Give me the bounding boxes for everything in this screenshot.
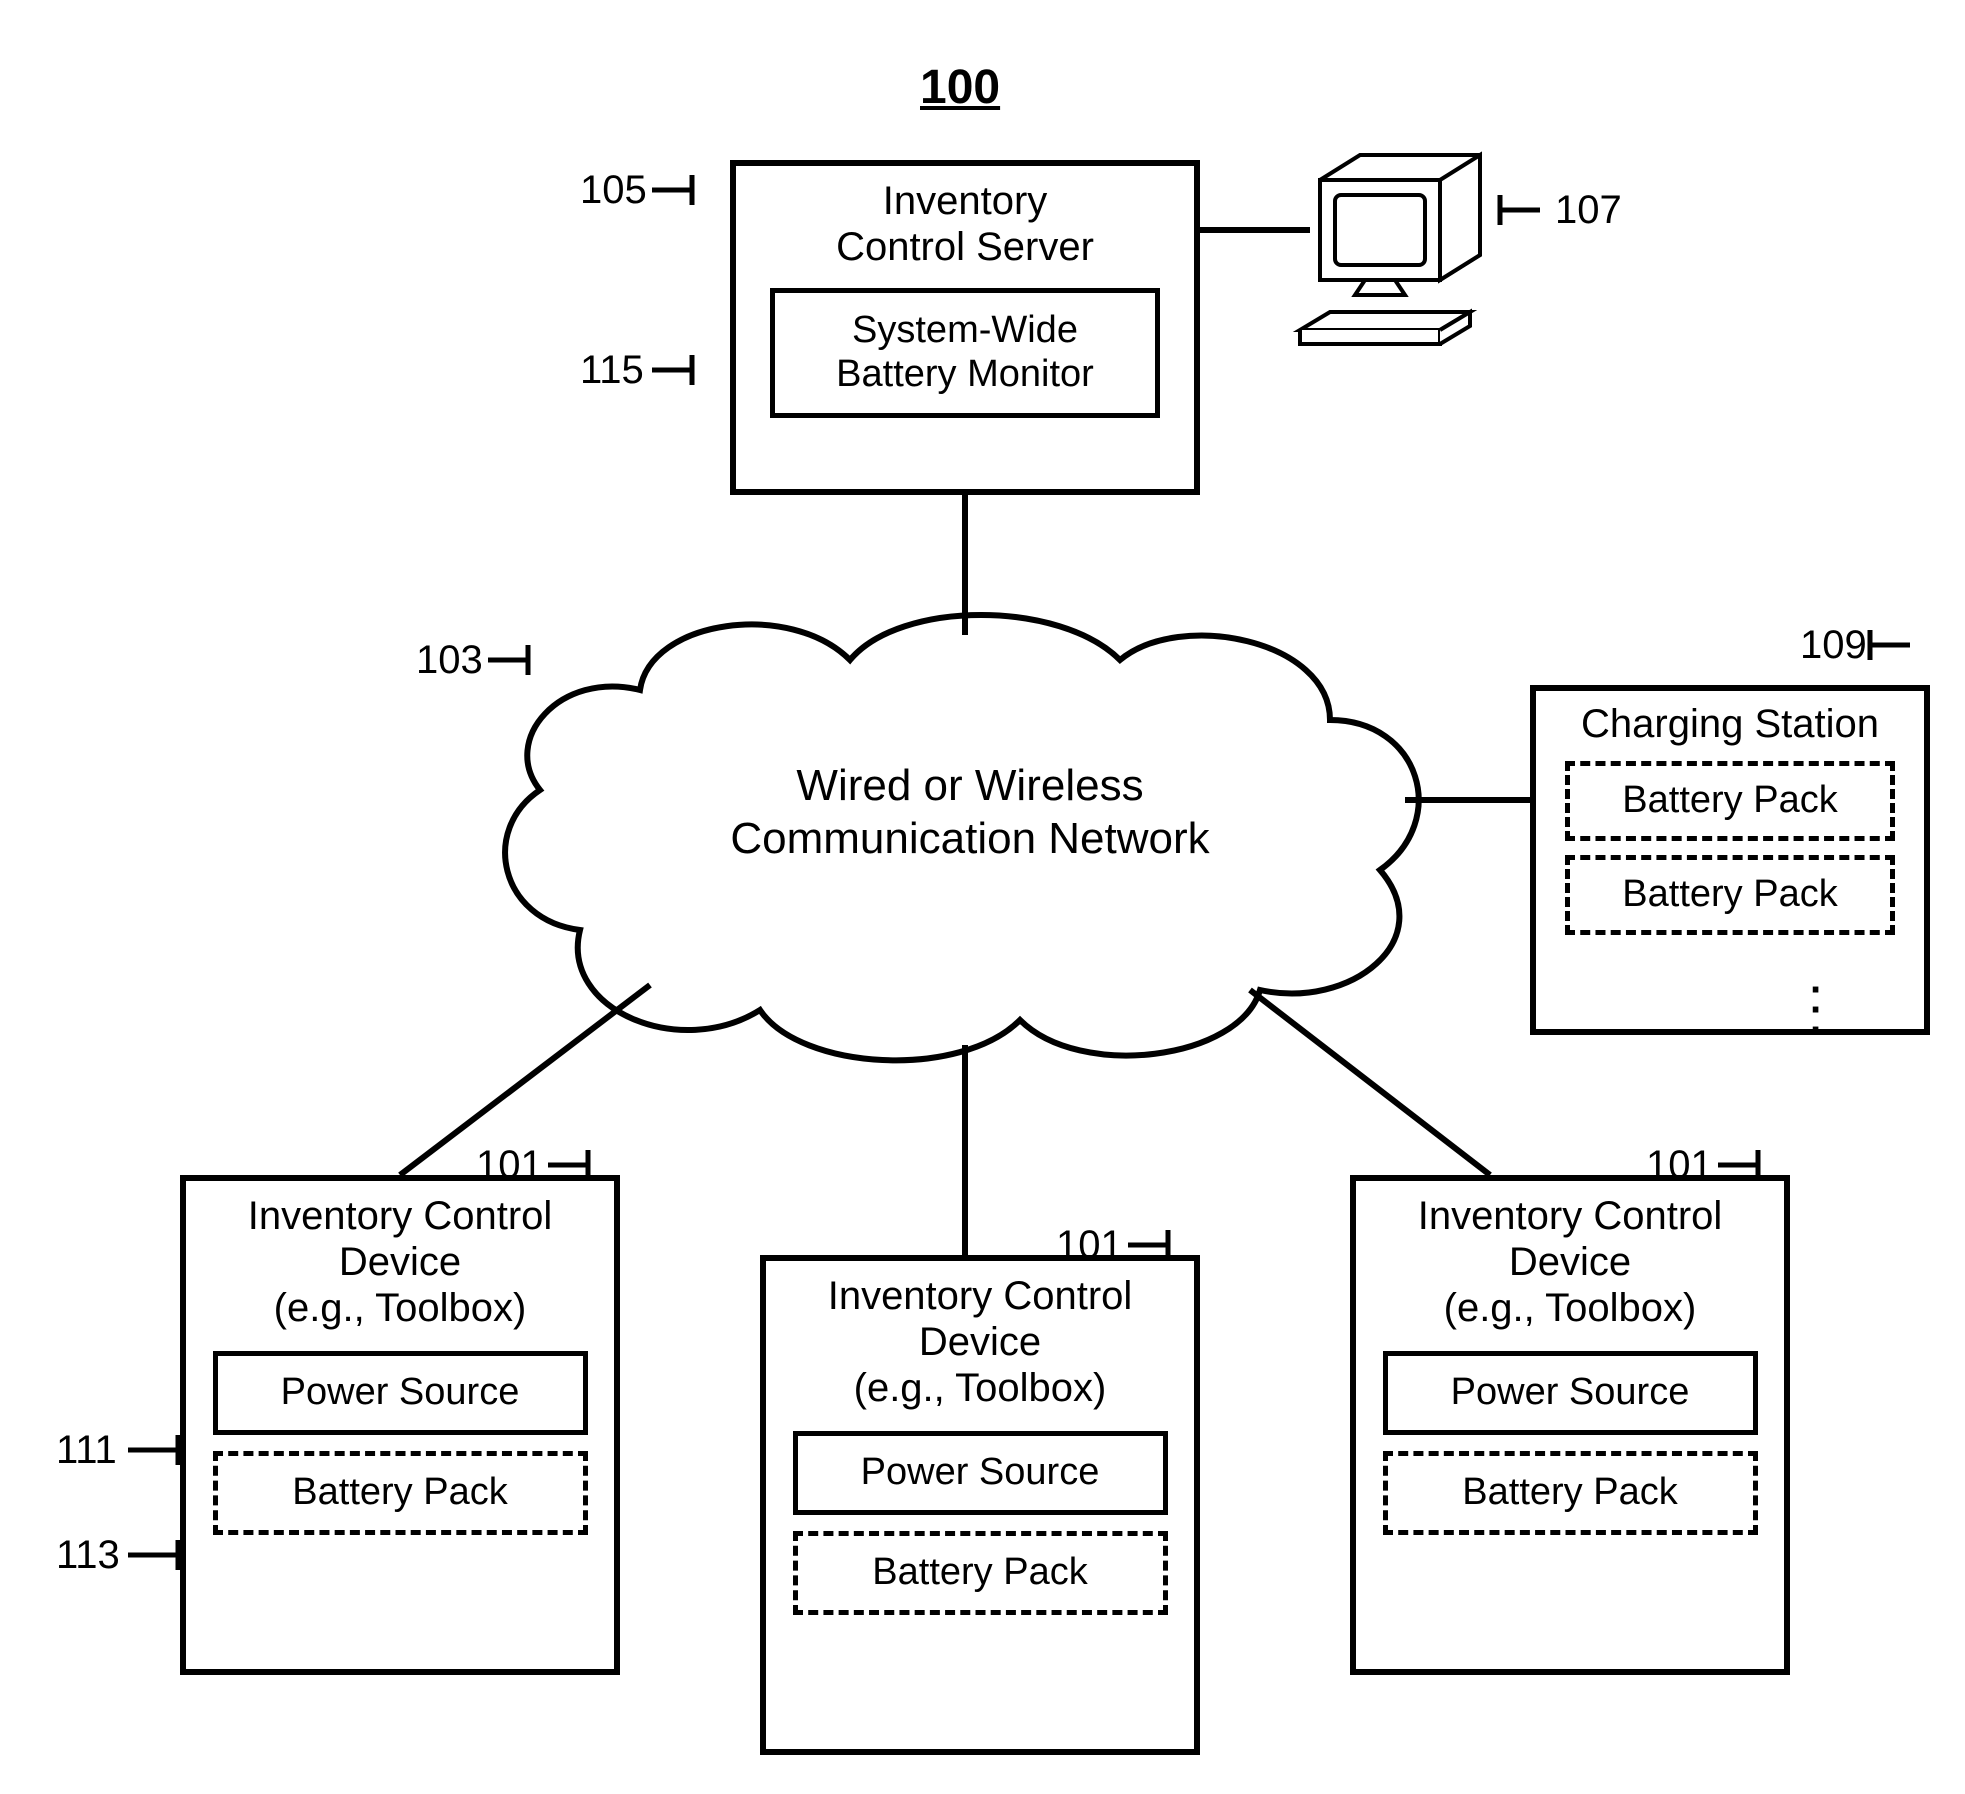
charging-station-title: Charging Station [1536,701,1924,747]
device-b-power-label: Power Source [861,1451,1100,1495]
ref-105: 105 [580,168,647,213]
charging-pack-1-label: Battery Pack [1622,779,1837,823]
charging-pack-2-label: Battery Pack [1622,873,1837,917]
device-c-battery-label: Battery Pack [1462,1471,1677,1515]
charging-pack-2: Battery Pack [1565,855,1895,935]
device-b-power: Power Source [793,1431,1168,1515]
device-a-power-label: Power Source [281,1371,520,1415]
ref-109: 109 [1800,623,1867,668]
ref-111: 111 [56,1428,117,1473]
connector [1250,990,1490,1175]
server-title: Inventory Control Server [736,178,1194,270]
ref-113: 113 [56,1533,120,1578]
ref-101b: 101 [1056,1223,1123,1268]
ref-115: 115 [580,348,644,393]
device-b-title: Inventory Control Device (e.g., Toolbox) [766,1273,1194,1411]
ref-107: 107 [1555,188,1622,233]
device-a-battery: Battery Pack [213,1451,588,1535]
ref-101a: 101 [476,1143,543,1188]
device-a-power: Power Source [213,1351,588,1435]
device-a-box: Inventory Control Device (e.g., Toolbox)… [180,1175,620,1675]
charging-pack-1: Battery Pack [1565,761,1895,841]
device-b-battery-label: Battery Pack [872,1551,1087,1595]
diagram-canvas: 100 [0,0,1965,1794]
device-c-power: Power Source [1383,1351,1758,1435]
device-a-battery-label: Battery Pack [292,1471,507,1515]
cloud-label: Wired or Wireless Communication Network [560,760,1380,866]
vertical-dots-icon: ··· [1810,980,1823,1040]
device-c-power-label: Power Source [1451,1371,1690,1415]
server-box: Inventory Control Server System-Wide Bat… [730,160,1200,495]
ref-103: 103 [416,638,483,683]
device-b-battery: Battery Pack [793,1531,1168,1615]
system-wide-monitor-box: System-Wide Battery Monitor [770,288,1160,418]
device-c-box: Inventory Control Device (e.g., Toolbox)… [1350,1175,1790,1675]
device-a-title: Inventory Control Device (e.g., Toolbox) [186,1193,614,1331]
ref-101c: 101 [1646,1143,1713,1188]
device-c-title: Inventory Control Device (e.g., Toolbox) [1356,1193,1784,1331]
system-wide-monitor-label: System-Wide Battery Monitor [836,309,1094,396]
computer-icon [1300,155,1480,344]
charging-station-box: Charging Station Battery Pack Battery Pa… [1530,685,1930,1035]
device-c-battery: Battery Pack [1383,1451,1758,1535]
device-b-box: Inventory Control Device (e.g., Toolbox)… [760,1255,1200,1755]
